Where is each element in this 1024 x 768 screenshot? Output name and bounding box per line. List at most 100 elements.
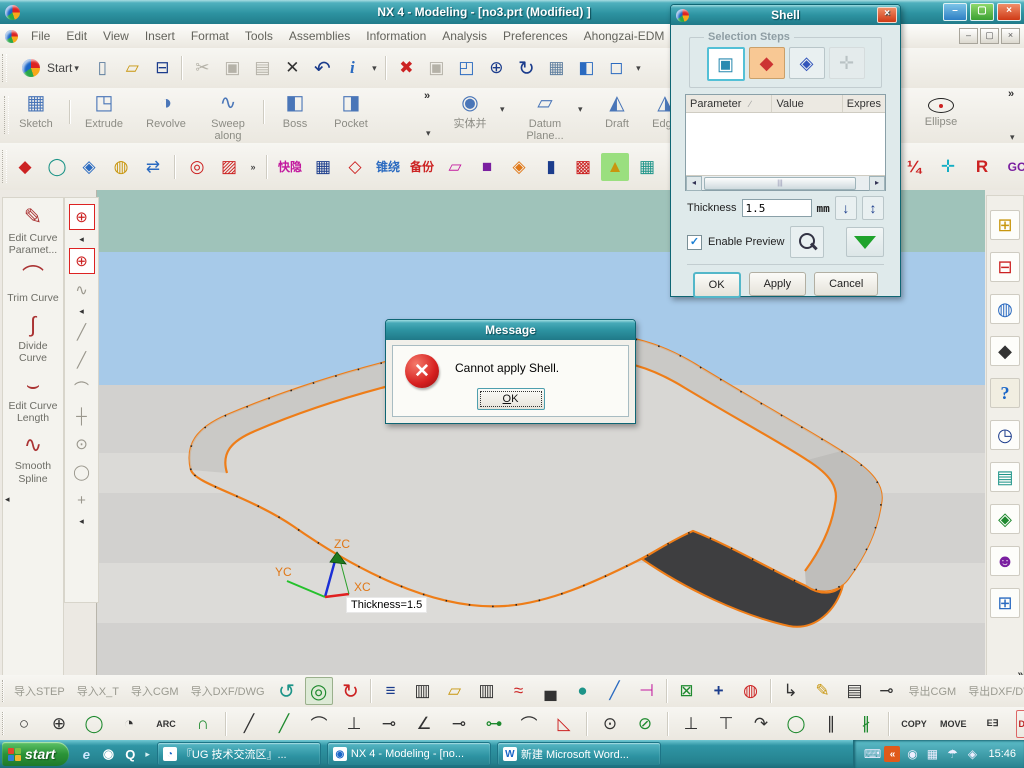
export-cgm-button[interactable]: 导出CGM bbox=[909, 683, 957, 699]
message-ok-button[interactable]: OK bbox=[476, 388, 545, 410]
annotation-lines-icon[interactable]: ≡ bbox=[377, 677, 405, 705]
history-clock-icon[interactable]: ◷ bbox=[990, 420, 1020, 450]
circle-center-tool-icon[interactable]: ⊙ bbox=[70, 432, 94, 456]
diamond-outline-icon[interactable]: ◇ bbox=[341, 153, 369, 181]
import-cgm-button[interactable]: 导入CGM bbox=[131, 683, 179, 699]
divide-curve[interactable]: ∫ Divide Curve bbox=[3, 310, 63, 364]
column-value[interactable]: Value bbox=[772, 95, 843, 112]
step-alternate-thickness-button[interactable]: ◈ bbox=[788, 47, 825, 79]
enable-preview-checkbox[interactable]: ✓ bbox=[687, 234, 702, 250]
quick-hide-icon[interactable]: 快隐 bbox=[275, 153, 305, 181]
offset-parallel-icon[interactable]: ∦ bbox=[852, 710, 880, 738]
parameter-table-body[interactable] bbox=[686, 113, 885, 175]
cone-wrap-icon[interactable]: 锥绕 bbox=[373, 153, 403, 181]
slash-line-icon[interactable]: ╱ bbox=[601, 677, 629, 705]
fit-view-icon[interactable]: ✖ bbox=[392, 54, 420, 82]
globe-pen-icon[interactable]: ✎ bbox=[809, 677, 837, 705]
duplicate-pages-icon[interactable]: ▥ bbox=[473, 677, 501, 705]
mirror-tool-icon[interactable]: E∃ bbox=[977, 710, 1009, 738]
menu-item[interactable]: Preferences bbox=[495, 26, 576, 46]
close-button[interactable]: × bbox=[997, 3, 1021, 21]
basic-line-icon[interactable]: ╱ bbox=[235, 710, 263, 738]
help-icon[interactable]: ? bbox=[990, 378, 1020, 408]
collapse-tray-icon[interactable]: « bbox=[884, 746, 901, 762]
menu-item[interactable]: Analysis bbox=[434, 26, 495, 46]
part-navigator-icon[interactable]: ⊟ bbox=[990, 252, 1020, 282]
circle-quad-tool-icon[interactable]: ◯ bbox=[70, 460, 94, 484]
menu-item[interactable]: View bbox=[95, 26, 137, 46]
menu-item[interactable]: Insert bbox=[137, 26, 183, 46]
extrude-button[interactable]: ◳ Extrude bbox=[74, 91, 134, 142]
go-icon[interactable]: GO bbox=[1002, 153, 1024, 181]
minimize-button[interactable]: – bbox=[943, 3, 967, 21]
backup-icon[interactable]: 备份 bbox=[407, 153, 437, 181]
quick-launch-expand-icon[interactable]: ▸ bbox=[145, 749, 150, 760]
thickness-input[interactable] bbox=[741, 199, 812, 217]
boss-button[interactable]: ◧ Boss bbox=[268, 91, 322, 142]
mdi-close-button[interactable]: × bbox=[1001, 28, 1020, 44]
import-xt-button[interactable]: 导入X_T bbox=[77, 683, 119, 699]
line-circle-icon[interactable]: ⌒ bbox=[305, 710, 333, 738]
insert-marker-icon[interactable]: ⊣ bbox=[633, 677, 661, 705]
column-parameter[interactable]: Parameter ∕ bbox=[686, 95, 773, 112]
apply-button[interactable]: Apply bbox=[748, 272, 807, 296]
flyout-arrow-icon[interactable]: ◂ bbox=[70, 306, 94, 316]
snap-pick-icon[interactable]: ◎ bbox=[304, 677, 333, 705]
sketch-button[interactable]: ▦ Sketch bbox=[8, 91, 64, 142]
horizontal-scrollbar[interactable]: ◂ ||| ▸ bbox=[686, 175, 885, 191]
toolbar-grip[interactable] bbox=[2, 150, 7, 183]
menu-item[interactable]: Assemblies bbox=[281, 26, 358, 46]
rotate-view-icon[interactable]: ↻ bbox=[512, 54, 540, 82]
dropdown-caret-icon[interactable]: ▾ bbox=[632, 54, 644, 82]
line-endpoints-icon[interactable]: ╱ bbox=[270, 710, 298, 738]
arc-reverse-icon[interactable]: ↷ bbox=[747, 710, 775, 738]
add-plus-icon[interactable]: + bbox=[705, 677, 733, 705]
display-settings-icon[interactable]: ▦ bbox=[924, 746, 940, 762]
information-icon[interactable]: i bbox=[338, 54, 366, 82]
parallel-lines-icon[interactable]: ∥ bbox=[817, 710, 845, 738]
network-icon[interactable]: ◈ bbox=[964, 746, 980, 762]
cylinder-circle-icon[interactable]: ◯ bbox=[43, 153, 71, 181]
pan-view-icon[interactable]: ▦ bbox=[542, 54, 570, 82]
datum-plane-button[interactable]: ▱ Datum Plane... bbox=[512, 91, 578, 142]
overflow-chevron-icon[interactable]: » bbox=[1008, 88, 1014, 100]
new-part-icon[interactable]: ▯ bbox=[88, 54, 116, 82]
step-pierced-faces-button[interactable]: ◆ bbox=[748, 47, 785, 79]
toolbar-grip[interactable] bbox=[2, 679, 4, 703]
pocket-button[interactable]: ◨ Pocket bbox=[324, 91, 378, 142]
ie-browser-icon[interactable]: e bbox=[77, 745, 95, 763]
flyout-arrow-icon[interactable]: ◂ bbox=[70, 234, 94, 244]
block-dashed-icon[interactable]: ◈ bbox=[75, 153, 103, 181]
curve-tool-icon[interactable]: ⌒ bbox=[70, 376, 94, 400]
ok-button[interactable]: OK bbox=[692, 272, 741, 298]
sweep-along-button[interactable]: ∿ Sweep along bbox=[198, 91, 258, 142]
dropdown-caret-icon[interactable]: ▾ bbox=[368, 54, 380, 82]
thickness-direction-icon[interactable]: ↓ bbox=[834, 196, 857, 220]
shell-dialog-close-button[interactable]: × bbox=[877, 7, 897, 23]
unite-solid-button[interactable]: ◉ 实体并 bbox=[440, 91, 500, 142]
plug-connector-icon[interactable]: ⊸ bbox=[873, 677, 901, 705]
step-body-to-shell-button[interactable]: ▣ bbox=[706, 47, 745, 81]
delete-icon[interactable]: ✕ bbox=[278, 54, 306, 82]
extend-line-icon[interactable]: ⊤ bbox=[712, 710, 740, 738]
copy-tool-icon[interactable]: COPY bbox=[898, 710, 930, 738]
trim-curve[interactable]: ⌒ Trim Curve bbox=[3, 262, 63, 304]
assembly-navigator-icon[interactable]: ⊞ bbox=[990, 210, 1020, 240]
browser-ball-icon[interactable]: ◉ bbox=[99, 745, 117, 763]
purple-block-icon[interactable]: ■ bbox=[473, 153, 501, 181]
arc-tool-icon[interactable]: ARC bbox=[150, 710, 182, 738]
circle-tangent-icon[interactable]: ◯ bbox=[80, 710, 108, 738]
refresh-arrows-icon[interactable]: ↺ bbox=[273, 677, 301, 705]
section-lines-icon[interactable]: ≈ bbox=[505, 677, 533, 705]
drag-tool-icon[interactable]: DRAG bbox=[1015, 709, 1024, 738]
corner-trim-icon[interactable]: ⊥ bbox=[677, 710, 705, 738]
line-point-tool-icon[interactable]: ╱ bbox=[70, 348, 94, 372]
save-icon[interactable]: ⊟ bbox=[148, 54, 176, 82]
cross-curve-tool-icon[interactable]: ┼ bbox=[70, 404, 94, 428]
radius-tool-icon[interactable]: R bbox=[968, 153, 996, 181]
shaded-display-icon[interactable]: ◧ bbox=[572, 54, 600, 82]
cancel-button[interactable]: Cancel bbox=[814, 272, 879, 296]
open-icon[interactable]: ▱ bbox=[118, 54, 146, 82]
overflow-chevron-icon[interactable]: » bbox=[247, 153, 259, 181]
menu-item[interactable]: Ahongzai-EDM bbox=[576, 26, 673, 46]
